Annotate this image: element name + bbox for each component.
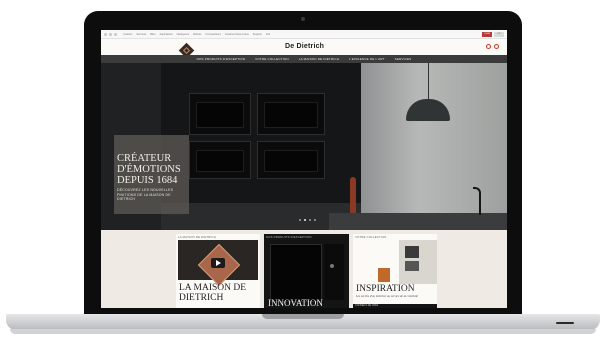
pepper-grinder-image (350, 177, 356, 213)
laptop-notch (262, 314, 344, 319)
login-button[interactable]: LOGIN (482, 31, 492, 37)
main-navigation: NOS PRODUITS D'EXCEPTION VOTRE COLLECTIO… (101, 55, 507, 63)
card-label: LA MAISON DE DIETRICH (178, 235, 216, 239)
carousel-indicators (299, 219, 316, 221)
card-title: INNOVATION (268, 298, 323, 308)
search-icon[interactable] (486, 44, 491, 49)
card-innovation[interactable]: NOS PRODUITS D'EXCEPTION INNOVATION (264, 234, 349, 308)
card-label: NOS PRODUITS D'EXCEPTION (266, 235, 312, 239)
content-section: LA MAISON DE DIETRICH LA MAISON DE DIETR… (101, 230, 507, 308)
play-icon[interactable] (211, 258, 225, 268)
nav-item-collection[interactable]: VOTRE COLLECTION (255, 57, 289, 61)
webcam-icon (301, 17, 305, 21)
carousel-dot[interactable] (314, 219, 316, 221)
language-button[interactable]: FR (494, 31, 504, 37)
nav-item-produits[interactable]: NOS PRODUITS D'EXCEPTION (197, 57, 246, 61)
brand-logo[interactable]: De Dietrich (285, 43, 324, 50)
site-header: De Dietrich (101, 39, 507, 59)
bookmark-item[interactable]: Compacteurs (205, 33, 220, 36)
hero-title: CRÉATEUR D'ÉMOTIONS DEPUIS 1684 (117, 153, 181, 186)
card-maison[interactable]: LA MAISON DE DIETRICH LA MAISON DE DIETR… (176, 234, 260, 308)
bookmark-item[interactable]: Robots (193, 33, 201, 36)
bookmark-item[interactable]: Cuisines Dans Cuiss (225, 33, 249, 36)
bookmark-item[interactable]: Support (253, 33, 262, 36)
fireplace-image (378, 268, 390, 282)
laptop-screen: Cuisson Services Bleu Aspirateurs Nettoy… (101, 30, 507, 308)
oven-image (189, 93, 251, 135)
card-description: Les secrets d'un intérieur au service de… (356, 294, 419, 298)
induction-hob-image (270, 244, 322, 302)
card-footer-label[interactable]: CONSEILS DE CHEF (355, 304, 378, 307)
bookmark-item[interactable]: Bleu (150, 33, 155, 36)
faucet-image (473, 187, 481, 215)
power-led-icon (556, 322, 574, 324)
hero-subtitle[interactable]: DÉCOUVREZ LES NOUVELLES FINITIONS DE LA … (117, 188, 189, 202)
card-label: VOTRE COLLECTION (355, 235, 387, 239)
bookmark-item[interactable]: Nettoyeurs (177, 33, 190, 36)
hero-banner[interactable]: CRÉATEUR D'ÉMOTIONS DEPUIS 1684 DÉCOUVRE… (101, 63, 507, 230)
oven-image (257, 141, 325, 179)
bookmark-item[interactable]: Info (266, 33, 270, 36)
bookmark-item[interactable]: Cuisson (123, 33, 132, 36)
bookmark-item[interactable]: Services (136, 33, 146, 36)
carousel-dot[interactable] (309, 219, 311, 221)
carousel-dot-active[interactable] (304, 219, 306, 221)
concrete-wall (361, 63, 507, 230)
nav-item-services[interactable]: SERVICES (395, 57, 412, 61)
bookmark-item[interactable]: Aspirateurs (160, 33, 173, 36)
kitchen-counter (329, 213, 507, 230)
video-thumbnail[interactable] (178, 240, 258, 287)
carousel-dot[interactable] (299, 219, 301, 221)
oven-image (257, 93, 325, 135)
card-inspiration[interactable]: VOTRE COLLECTION INSPIRATION Les secrets… (353, 234, 437, 308)
header-actions (486, 44, 499, 49)
card-title: INSPIRATION (356, 284, 415, 294)
nav-item-art[interactable]: L'EXIGENCE DE L'ART (349, 57, 385, 61)
browser-toolbar: Cuisson Services Bleu Aspirateurs Nettoy… (101, 30, 507, 39)
window-controls[interactable] (104, 32, 117, 36)
menu-icon[interactable] (494, 44, 499, 49)
knob-icon (330, 264, 334, 268)
card-footer: CONSEILS DE CHEF (353, 304, 437, 308)
card-title: LA MAISON DE DIETRICH (179, 283, 247, 303)
bookmarks-bar: Cuisson Services Bleu Aspirateurs Nettoy… (123, 33, 270, 36)
nav-item-maison[interactable]: LA MAISON DE DIETRICH (299, 57, 339, 61)
account-buttons: LOGIN FR (482, 31, 504, 37)
oven-image (189, 141, 251, 179)
